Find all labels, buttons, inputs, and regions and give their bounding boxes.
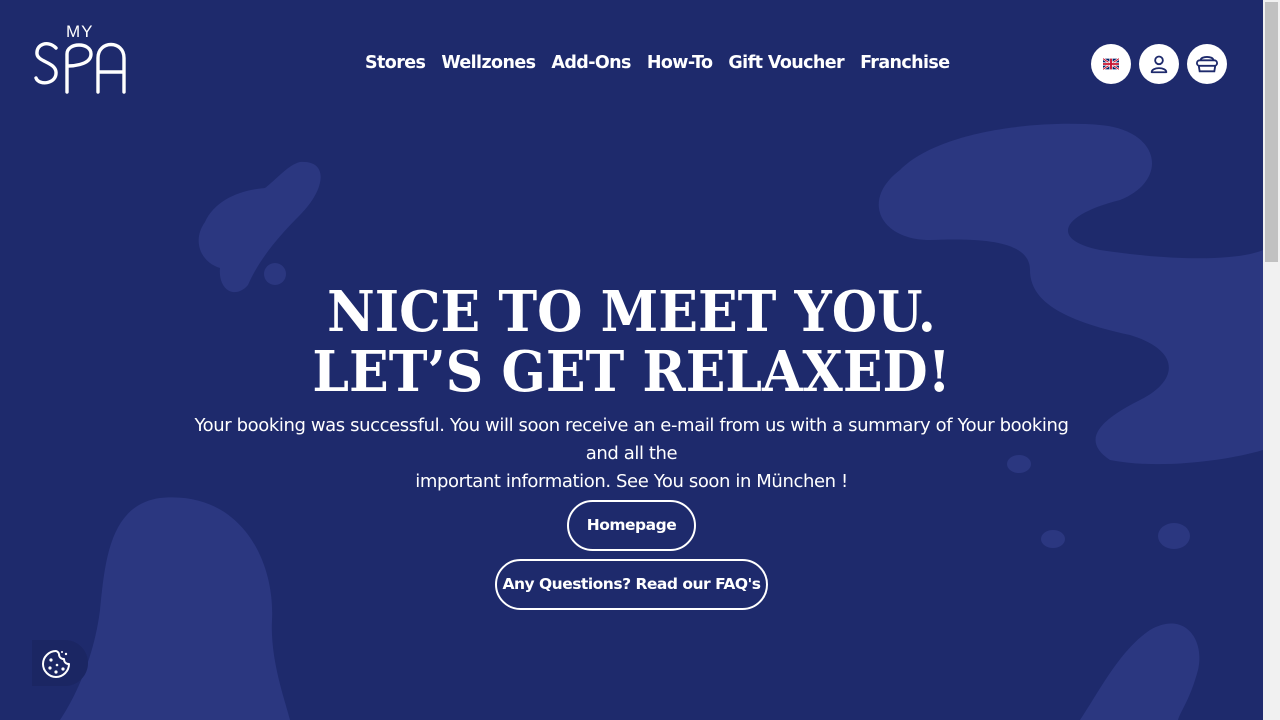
hero-title-line2: LET’S GET RELAXED! [312, 339, 951, 405]
nav-wellzones[interactable]: Wellzones [441, 52, 536, 74]
cookie-icon [42, 650, 70, 678]
message-line1: Your booking was successful. You will so… [194, 415, 1069, 464]
faq-button[interactable]: Any Questions? Read our FAQ's [495, 559, 768, 610]
main-nav: Stores Wellzones Add-Ons How-To Gift Vou… [365, 52, 966, 74]
hero-title-line1: NICE TO MEET YOU. [327, 279, 936, 345]
user-icon [1150, 55, 1168, 74]
logo-my-text: MY [66, 22, 94, 41]
homepage-button[interactable]: Homepage [567, 500, 696, 551]
hero-title: NICE TO MEET YOU. LET’S GET RELAXED! [44, 282, 1219, 402]
nav-how-to[interactable]: How-To [647, 52, 713, 74]
page: MY Stores Wellzones Add-Ons How-To Gift … [0, 0, 1263, 720]
message-line2: important information. See You soon in M… [415, 471, 848, 492]
scrollbar-thumb[interactable] [1265, 2, 1278, 262]
hero-section: NICE TO MEET YOU. LET’S GET RELAXED! You… [0, 282, 1263, 496]
nav-add-ons[interactable]: Add-Ons [551, 52, 631, 74]
mysp-logo[interactable]: MY [34, 20, 130, 96]
cart-button[interactable] [1187, 44, 1227, 84]
language-button[interactable] [1091, 44, 1131, 84]
account-button[interactable] [1139, 44, 1179, 84]
nav-franchise[interactable]: Franchise [860, 52, 950, 74]
cookie-settings-button[interactable] [32, 640, 88, 686]
nav-gift-voucher[interactable]: Gift Voucher [728, 52, 844, 74]
header-actions [1091, 44, 1227, 84]
uk-flag-icon [1103, 58, 1119, 70]
action-buttons: Homepage Any Questions? Read our FAQ's [0, 500, 1263, 618]
cart-icon [1196, 55, 1218, 73]
booking-confirmation-message: Your booking was successful. You will so… [182, 412, 1082, 496]
nav-stores[interactable]: Stores [365, 52, 426, 74]
